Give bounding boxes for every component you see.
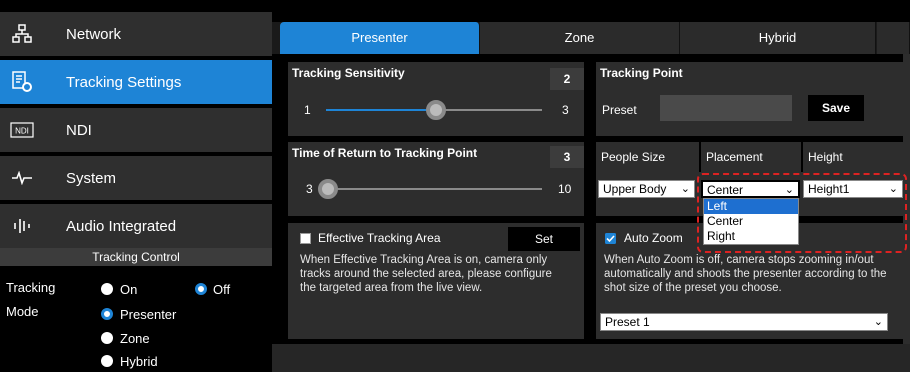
return-max-label: 10 — [558, 182, 572, 196]
effective-area-description: When Effective Tracking Area is on, came… — [300, 253, 552, 295]
set-button[interactable]: Set — [508, 227, 580, 251]
tracking-label: Tracking — [6, 280, 56, 295]
auto-zoom-description: When Auto Zoom is off, camera stops zoom… — [604, 253, 887, 295]
return-min-label: 3 — [306, 182, 313, 196]
sensitivity-min-label: 1 — [304, 103, 311, 117]
sensitivity-max-label: 3 — [562, 103, 569, 117]
mode-hybrid-label: Hybrid — [120, 354, 158, 369]
desc-line: When Auto Zoom is off, camera stops zoom… — [604, 254, 874, 266]
mode-presenter-label: Presenter — [120, 307, 177, 322]
height-select[interactable]: Height1 ⌄ — [803, 180, 903, 198]
return-time-value: 3 — [550, 146, 584, 168]
effective-area-checkbox[interactable] — [300, 233, 311, 244]
tracking-sensitivity-title: Tracking Sensitivity — [292, 66, 405, 80]
sidebar-item-label: Network — [66, 25, 122, 43]
desc-line: shot size of the preset you choose. — [604, 282, 782, 294]
mode-presenter-radio[interactable] — [101, 308, 113, 320]
desc-line: automatically and shoots the presenter a… — [604, 268, 887, 280]
placement-select[interactable]: Center ⌄ — [701, 180, 800, 198]
chevron-down-icon: ⌄ — [680, 183, 690, 195]
return-slider-thumb[interactable] — [318, 179, 338, 199]
tracking-point-title: Tracking Point — [600, 66, 683, 80]
mode-zone-label: Zone — [120, 331, 150, 346]
chevron-down-icon: ⌄ — [873, 316, 883, 328]
tracking-settings-icon — [0, 60, 44, 104]
tracking-on-label: On — [120, 282, 138, 297]
height-header: Height — [808, 150, 843, 164]
return-slider-track[interactable] — [326, 188, 542, 190]
tab-hybrid[interactable]: Hybrid — [680, 22, 876, 54]
column-divider — [699, 142, 701, 172]
people-size-select[interactable]: Upper Body ⌄ — [598, 180, 695, 198]
placement-dropdown-list: Left Center Right — [703, 198, 799, 245]
chevron-down-icon: ⌄ — [888, 183, 898, 195]
sensitivity-slider-thumb[interactable] — [426, 100, 446, 120]
bottom-bar — [272, 344, 910, 372]
sidebar: Network Tracking Settings NDI NDI System… — [0, 0, 272, 372]
tracking-off-radio[interactable] — [195, 283, 207, 295]
network-icon — [0, 12, 44, 56]
sidebar-item-label: Tracking Settings — [66, 73, 182, 91]
placement-option-left[interactable]: Left — [704, 199, 798, 214]
mode-label: Mode — [6, 304, 39, 319]
sensitivity-slider-fill — [326, 109, 434, 111]
zoom-preset-value: Preset 1 — [605, 315, 650, 329]
tracking-control-heading: Tracking Control — [0, 248, 272, 266]
people-size-value: Upper Body — [603, 182, 667, 196]
ndi-icon: NDI — [0, 108, 44, 152]
audio-icon — [0, 204, 44, 248]
preset-label: Preset — [602, 103, 637, 117]
height-value: Height1 — [808, 182, 850, 196]
chevron-down-icon: ⌄ — [784, 184, 794, 196]
desc-line: tracks around the selected area, please … — [300, 268, 552, 280]
return-time-title: Time of Return to Tracking Point — [292, 146, 478, 160]
sidebar-item-label: Audio Integrated — [66, 217, 177, 235]
svg-text:NDI: NDI — [15, 127, 29, 136]
desc-line: When Effective Tracking Area is on, came… — [300, 254, 548, 266]
mode-zone-radio[interactable] — [101, 332, 113, 344]
sidebar-item-audio-integrated[interactable]: Audio Integrated — [0, 204, 272, 248]
auto-zoom-checkbox[interactable] — [605, 233, 616, 244]
system-icon — [0, 156, 44, 200]
scrollbar[interactable] — [903, 54, 910, 344]
column-divider — [801, 142, 803, 172]
tab-presenter[interactable]: Presenter — [280, 22, 480, 54]
desc-line: the targeted area from the live view. — [300, 282, 483, 294]
mode-hybrid-radio[interactable] — [101, 355, 113, 367]
zoom-preset-select[interactable]: Preset 1 ⌄ — [600, 313, 888, 331]
sensitivity-slider-track[interactable] — [434, 109, 542, 111]
sidebar-item-label: NDI — [66, 121, 92, 139]
sidebar-item-tracking-settings[interactable]: Tracking Settings — [0, 60, 272, 104]
people-size-header: People Size — [601, 150, 666, 164]
tracking-sensitivity-value: 2 — [550, 68, 584, 90]
preset-input[interactable] — [660, 95, 792, 121]
sidebar-item-label: System — [66, 169, 117, 187]
sidebar-item-system[interactable]: System — [0, 156, 272, 200]
sidebar-item-network[interactable]: Network — [0, 12, 272, 56]
save-button[interactable]: Save — [808, 95, 864, 121]
placement-value: Center — [707, 183, 744, 197]
sidebar-item-ndi[interactable]: NDI NDI — [0, 108, 272, 152]
tracking-off-label: Off — [213, 282, 231, 297]
placement-option-right[interactable]: Right — [704, 229, 798, 244]
tab-overflow[interactable] — [877, 22, 910, 54]
placement-option-center[interactable]: Center — [704, 214, 798, 229]
tab-zone[interactable]: Zone — [480, 22, 680, 54]
placement-header: Placement — [706, 150, 763, 164]
tracking-on-radio[interactable] — [101, 283, 113, 295]
auto-zoom-label: Auto Zoom — [624, 231, 683, 245]
effective-area-label: Effective Tracking Area — [318, 231, 441, 245]
